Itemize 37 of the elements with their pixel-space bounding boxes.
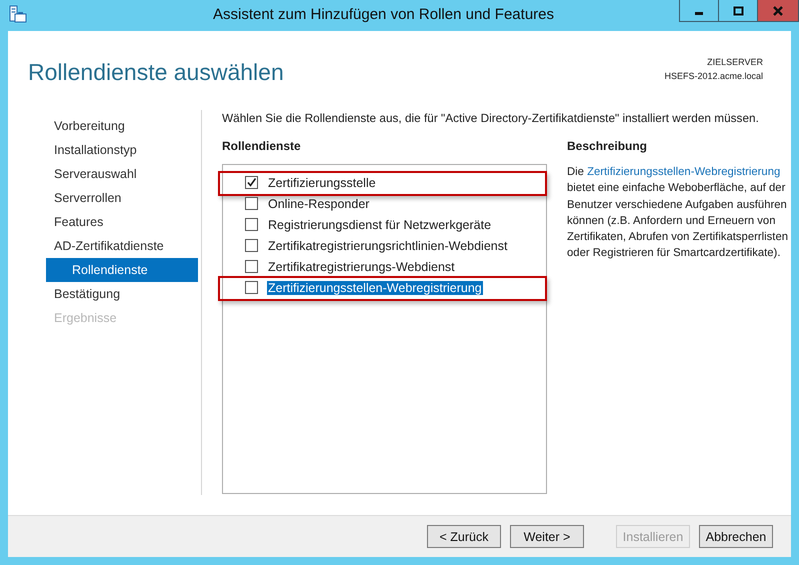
- instruction-text: Wählen Sie die Rollendienste aus, die für "Active Directory-Zertifikatdienste" installiert werden müssen.: [222, 111, 760, 125]
- role-service-label[interactable]: Registrierungsdienst für Netzwerkgeräte: [267, 218, 492, 232]
- close-button[interactable]: [758, 0, 798, 21]
- maximize-icon: [732, 6, 744, 16]
- wizard-step[interactable]: Serverauswahl: [46, 162, 201, 186]
- wizard-step[interactable]: Rollendienste: [46, 258, 198, 282]
- wizard-button[interactable]: Weiter >: [510, 525, 584, 548]
- wizard-step[interactable]: Serverrollen: [46, 186, 201, 210]
- description-link[interactable]: Zertifizierungsstellen-Webregistrierung: [587, 166, 780, 178]
- wizard-step[interactable]: Bestätigung: [46, 282, 201, 306]
- section-heading: Beschreibung: [567, 139, 648, 153]
- checkbox[interactable]: [245, 218, 258, 231]
- description-text: Die Zertifizierungsstellen-Webregistrierung bietet eine einfache Weboberfläche, auf der Benutzer verschiedene Aufgaben ausführen können (z.B. Anfordern und Erneuern von Zertifikaten, Abrufen von Zertifikatsperrlisten oder Registrieren für Smartcardzertifikate).: [567, 165, 790, 262]
- checkbox[interactable]: [245, 260, 258, 273]
- wizard-button[interactable]: Abbrechen: [699, 525, 773, 548]
- role-service-label[interactable]: Zertifikatregistrierungs-Webdienst: [267, 260, 456, 274]
- section-heading: Rollendienste: [222, 139, 302, 153]
- window-title: Assistent zum Hinzufügen von Rollen und Features: [212, 5, 555, 23]
- checkbox[interactable]: [245, 197, 258, 210]
- role-service-label[interactable]: Zertifikatregistrierungsrichtlinien-Webdienst: [267, 238, 508, 252]
- wizard-step[interactable]: Installationstyp: [46, 138, 201, 162]
- wizard-step[interactable]: Features: [46, 210, 201, 234]
- server-name: HSEFS-2012.acme.local: [664, 70, 763, 83]
- wizard-step[interactable]: Vorbereitung: [46, 114, 201, 138]
- checkbox[interactable]: [245, 281, 258, 294]
- close-icon: [773, 6, 783, 16]
- wizard-step[interactable]: AD-Zertifikatdienste: [46, 234, 201, 258]
- page-title: Rollendienste auswählen: [28, 59, 284, 87]
- app-icon: [8, 5, 28, 25]
- role-service-label[interactable]: Zertifizierungsstellen-Webregistrierung: [267, 280, 483, 294]
- checkbox[interactable]: [245, 239, 258, 252]
- role-service-label[interactable]: Zertifizierungsstelle: [267, 176, 377, 190]
- checkbox[interactable]: [245, 176, 258, 189]
- minimize-icon: [695, 12, 703, 15]
- server-label: ZIELSERVER: [706, 56, 763, 69]
- role-service-label[interactable]: Online-Responder: [267, 196, 370, 210]
- wizard-button[interactable]: < Zurück: [427, 525, 501, 548]
